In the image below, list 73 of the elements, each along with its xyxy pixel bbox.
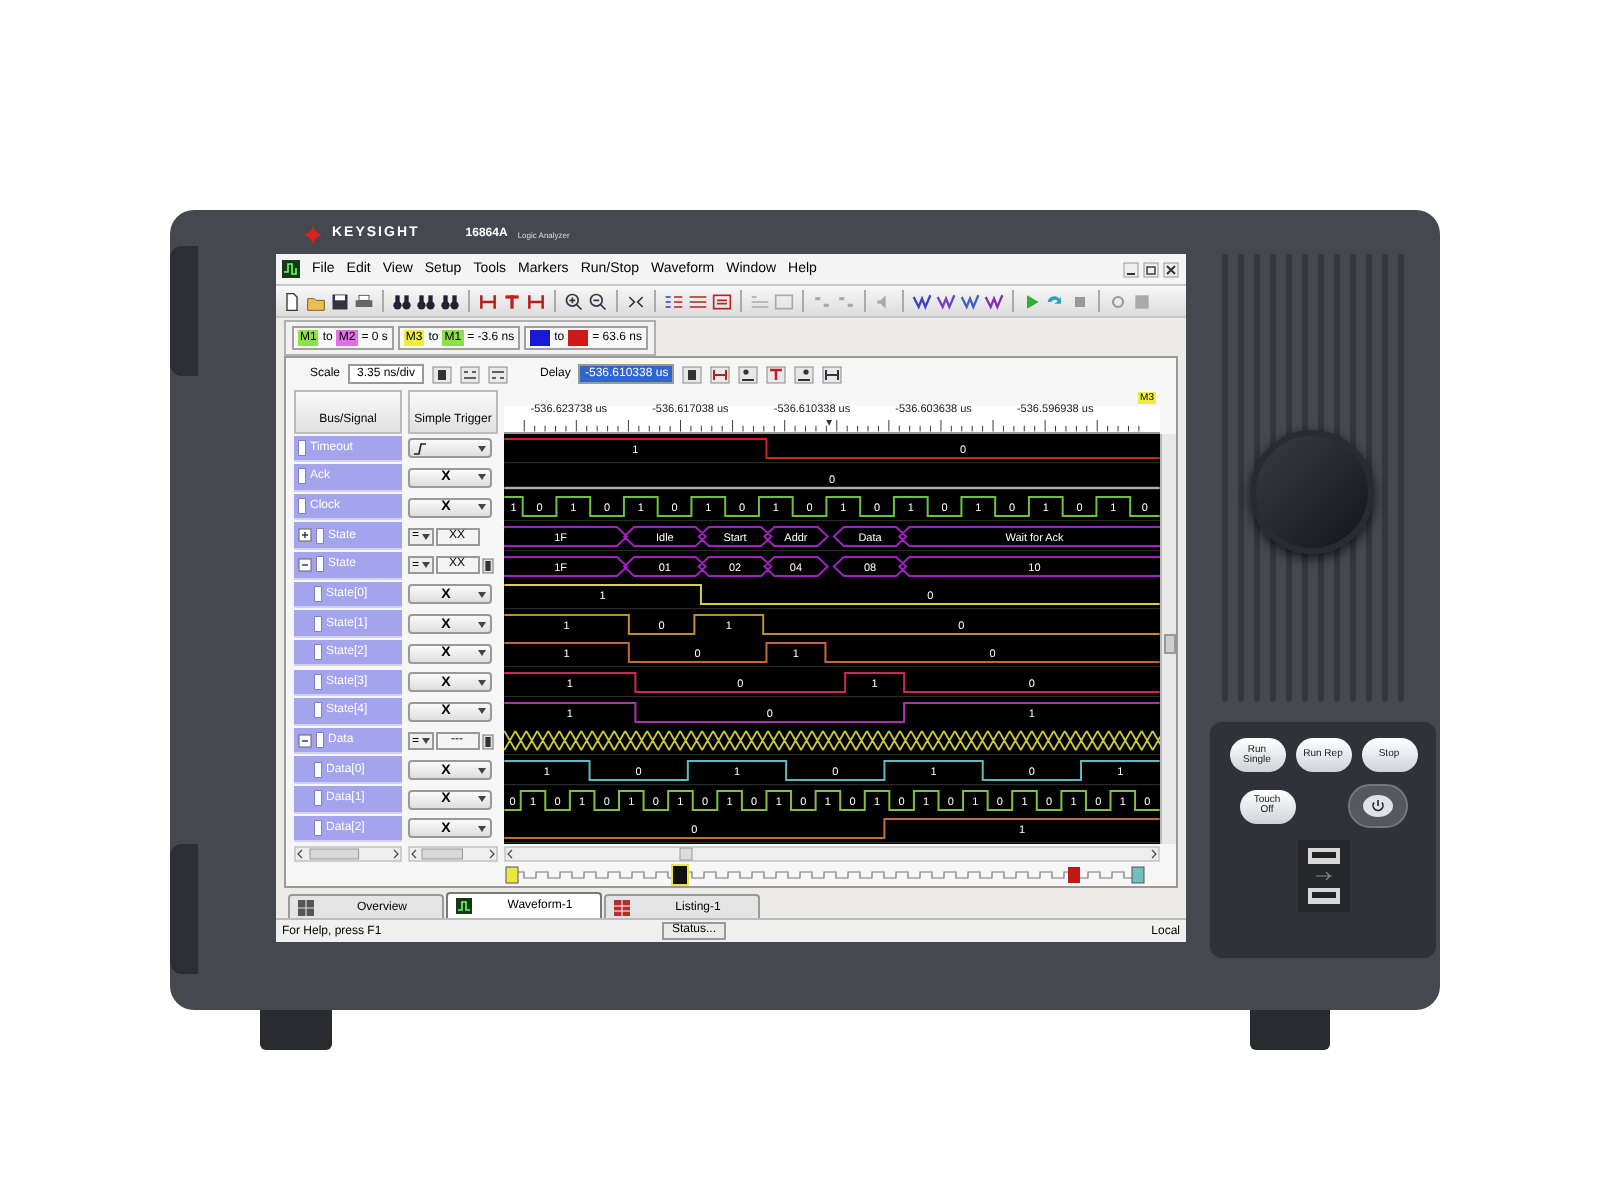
caret-icon [421,562,430,569]
table-icon [614,899,630,915]
device-foot [1250,1010,1330,1050]
zoom-in-icon[interactable] [564,291,584,311]
ring-icon[interactable] [1108,291,1128,311]
zoom-range-icon[interactable] [460,365,481,383]
trigger-dropdown[interactable] [408,438,492,459]
collapse-icon[interactable] [298,557,312,572]
printer-icon[interactable] [354,291,374,311]
caret-icon [421,738,430,745]
device-foot [260,1010,332,1050]
caret-icon [478,445,486,452]
caret-icon [478,591,486,598]
trigger-icon[interactable] [766,365,787,383]
power-icon [1361,794,1393,818]
rising-edge-icon [414,441,426,456]
brand-logo-icon [304,226,322,244]
waveform-marker-icon[interactable] [912,291,932,311]
binoculars-icon[interactable] [440,291,460,311]
caret-icon [478,825,486,832]
caret-icon [478,621,486,628]
close-icon[interactable] [1162,261,1180,277]
stop-icon[interactable] [1070,291,1090,311]
waveform-marker-icon[interactable] [936,291,956,311]
bracket-icon[interactable] [478,291,498,311]
usb-port-icon [1307,888,1339,904]
horizontal-scrollbar[interactable] [504,846,1160,862]
horizontal-scrollbar[interactable] [294,846,402,862]
side-handle [170,844,198,974]
save-icon[interactable] [330,291,350,311]
list-icon[interactable] [664,291,684,311]
caret-icon [478,679,486,686]
waveform-icon [456,898,472,914]
chip-icon[interactable] [481,733,494,750]
expand-icon[interactable] [298,528,312,543]
side-handle [170,246,198,376]
chip-icon[interactable] [432,365,453,383]
zoom-out-icon[interactable] [588,291,608,311]
waveform-marker-icon[interactable] [960,291,980,311]
usb-symbol-icon [1315,872,1331,880]
usb-port-icon [1307,848,1339,864]
arrows-icon[interactable] [626,291,646,311]
horizontal-scrollbar[interactable] [408,846,498,862]
bracket-icon[interactable] [710,365,731,383]
zoom-range-icon[interactable] [488,365,509,383]
caret-icon [478,650,486,657]
restore-icon[interactable] [1142,261,1160,277]
minimize-icon[interactable] [1122,261,1140,277]
bracket-icon[interactable] [822,365,843,383]
binoculars-icon[interactable] [416,291,436,311]
play-icon[interactable] [1022,291,1042,311]
caret-icon [478,504,486,511]
bracket-icon[interactable] [526,291,546,311]
power-button[interactable] [1347,784,1407,828]
waveform-marker-icon[interactable] [984,291,1004,311]
vertical-scrollbar[interactable] [1160,434,1176,844]
caret-icon [421,533,430,540]
chip-icon[interactable] [682,365,703,383]
caret-icon [478,796,486,803]
caret-icon [478,708,486,715]
marker-handle[interactable] [1068,867,1080,883]
new-file-icon[interactable] [282,291,302,311]
marker-handle[interactable] [1131,866,1145,884]
collapse-icon[interactable] [298,733,312,748]
list-icon[interactable] [712,291,732,311]
caret-icon [478,767,486,774]
list-icon[interactable] [688,291,708,311]
chip-icon[interactable] [481,557,494,574]
marker-handle[interactable] [505,866,519,884]
app-icon [282,260,300,278]
binoculars-icon[interactable] [392,291,412,311]
caret-icon [478,474,486,481]
trigger-icon[interactable] [502,291,522,311]
